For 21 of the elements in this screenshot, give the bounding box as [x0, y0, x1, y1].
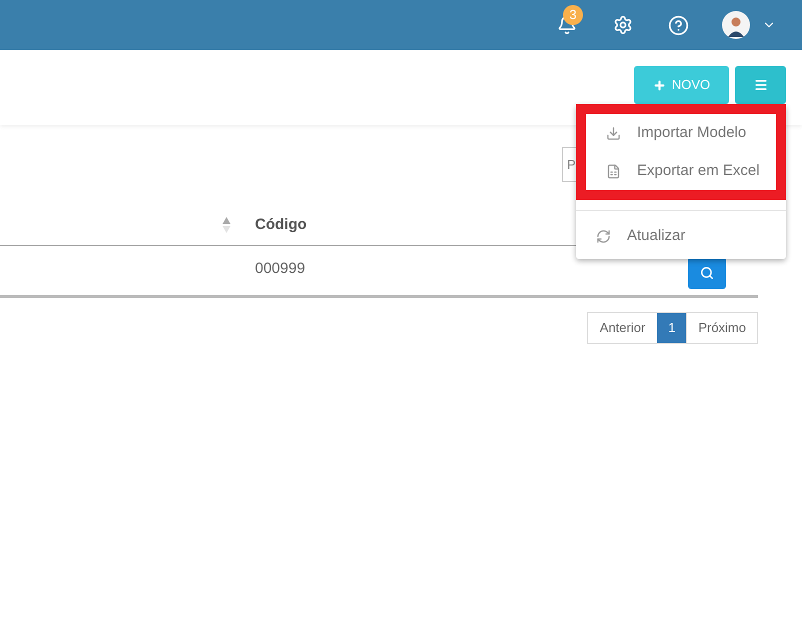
- menu-item[interactable]: Atualizar: [576, 217, 786, 255]
- menu-item[interactable]: Exportar em Excel: [586, 152, 776, 190]
- download-icon: [606, 126, 621, 140]
- spreadsheet-file-icon: [606, 164, 621, 178]
- sort-icon[interactable]: [222, 216, 231, 234]
- menu-icon: [754, 78, 768, 92]
- previous-button[interactable]: Anterior: [588, 313, 658, 343]
- user-avatar[interactable]: [722, 11, 750, 39]
- page-button[interactable]: 1: [657, 313, 686, 343]
- settings-icon[interactable]: [613, 15, 633, 35]
- table-cell-text: 000999: [255, 259, 306, 279]
- help-icon[interactable]: [668, 14, 689, 36]
- plus-icon: [652, 78, 666, 92]
- menu-item[interactable]: Importar Modelo: [586, 114, 776, 152]
- next-button[interactable]: Próximo: [686, 313, 757, 343]
- search-icon: [700, 266, 714, 280]
- refresh-icon: [596, 228, 611, 244]
- notification-count: 3: [563, 5, 583, 25]
- menu-button[interactable]: [735, 66, 786, 104]
- column-header: Código: [255, 214, 307, 235]
- view-button[interactable]: [688, 257, 726, 289]
